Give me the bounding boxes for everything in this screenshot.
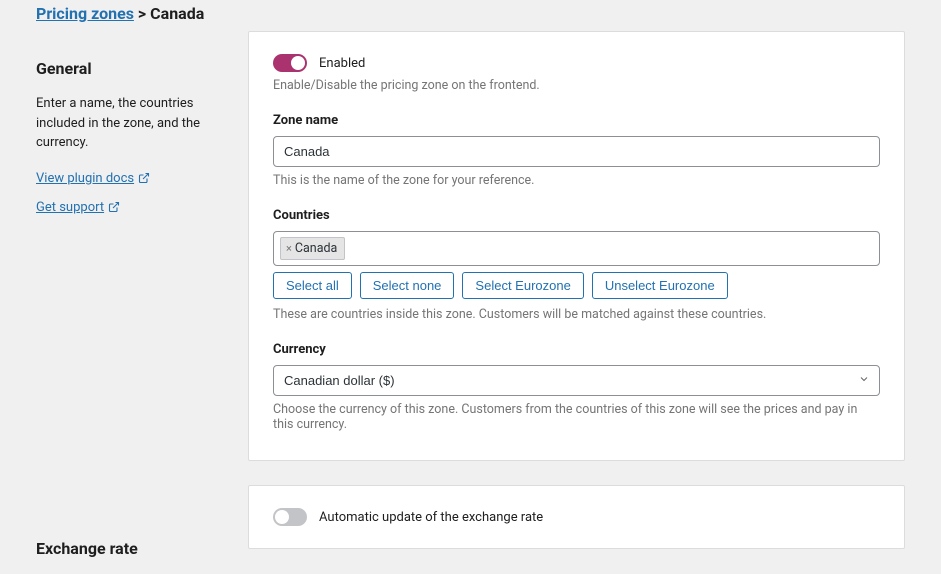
view-plugin-docs-link[interactable]: View plugin docs (36, 171, 150, 186)
countries-label: Countries (273, 208, 880, 223)
unselect-eurozone-button[interactable]: Unselect Eurozone (592, 272, 728, 299)
external-link-icon (108, 201, 120, 213)
enabled-toggle-label: Enabled (319, 56, 365, 71)
zone-name-input[interactable] (273, 136, 880, 167)
section-heading-general: General (36, 59, 216, 78)
auto-update-toggle[interactable] (273, 508, 307, 526)
breadcrumb-current: Canada (150, 4, 204, 23)
select-eurozone-button[interactable]: Select Eurozone (462, 272, 583, 299)
section-desc-general: Enter a name, the countries included in … (36, 94, 216, 153)
auto-update-label: Automatic update of the exchange rate (319, 510, 543, 525)
zone-name-help-text: This is the name of the zone for your re… (273, 173, 880, 188)
currency-select[interactable]: Canadian dollar ($) (273, 365, 880, 396)
select-all-button[interactable]: Select all (273, 272, 352, 299)
remove-tag-icon[interactable]: × (286, 242, 292, 255)
enabled-toggle[interactable] (273, 54, 307, 72)
breadcrumb-separator: > (138, 4, 146, 23)
zone-name-label: Zone name (273, 113, 880, 128)
country-tag[interactable]: × Canada (280, 237, 345, 260)
enabled-help-text: Enable/Disable the pricing zone on the f… (273, 78, 880, 93)
countries-help-text: These are countries inside this zone. Cu… (273, 307, 880, 322)
general-card: Enabled Enable/Disable the pricing zone … (248, 31, 905, 461)
exchange-rate-card: Automatic update of the exchange rate (248, 485, 905, 549)
external-link-icon (138, 172, 150, 184)
breadcrumb-parent-link[interactable]: Pricing zones (36, 4, 134, 23)
countries-input[interactable]: × Canada (273, 231, 880, 266)
currency-help-text: Choose the currency of this zone. Custom… (273, 402, 880, 432)
breadcrumb: Pricing zones > Canada (0, 0, 941, 31)
section-heading-exchange: Exchange rate (36, 539, 216, 558)
get-support-link[interactable]: Get support (36, 200, 120, 215)
currency-label: Currency (273, 342, 880, 357)
select-none-button[interactable]: Select none (360, 272, 455, 299)
